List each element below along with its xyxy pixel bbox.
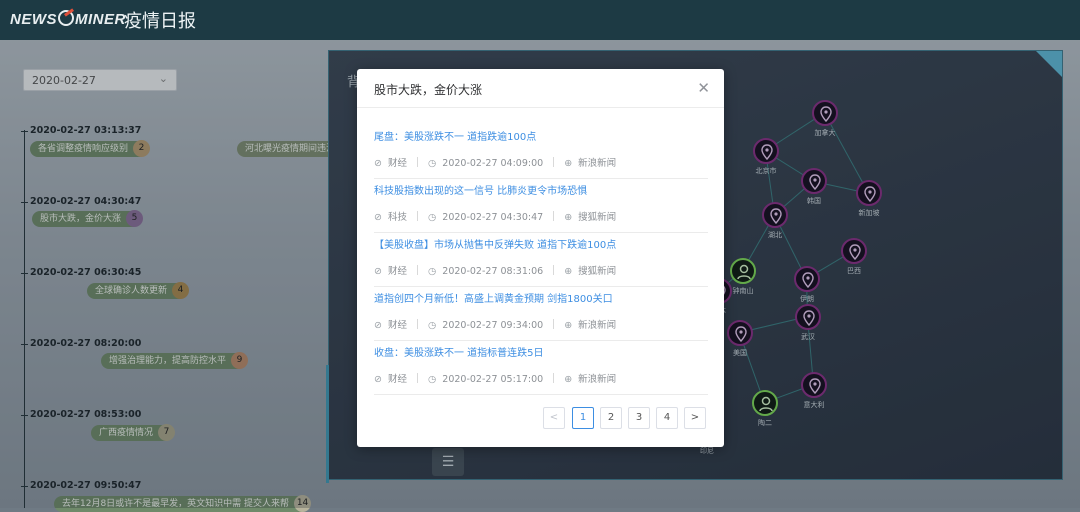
tag-icon: ⊘ bbox=[374, 374, 382, 385]
news-title-link[interactable]: 道指创四个月新低！高盛上调黄金预期 剑指1800关口 bbox=[374, 290, 613, 305]
newsminer-logo[interactable]: NEWS MINER bbox=[10, 10, 126, 28]
news-source: 新浪新闻 bbox=[578, 374, 617, 385]
news-item: 科技股指数出现的这一信号 比肺炎更令市场恐惧 ⊘ 科技 ◷ 2020-02-27 04… bbox=[374, 179, 708, 233]
news-source: 搜狐新闻 bbox=[578, 212, 617, 223]
news-meta: ⊘ 财经 ◷ 2020-02-27 05:17:00 ⊕ 新浪新闻 bbox=[374, 371, 616, 385]
logo-o-icon bbox=[58, 10, 74, 26]
news-item: 【美股收盘】市场从抛售中反弹失败 道指下跌逾100点 ⊘ 财经 ◷ 2020-02-2… bbox=[374, 233, 708, 287]
page-button-2[interactable]: 2 bbox=[600, 407, 622, 429]
tag-icon: ⊘ bbox=[374, 158, 382, 169]
page-button-4[interactable]: 4 bbox=[656, 407, 678, 429]
clock-icon: ◷ bbox=[427, 266, 437, 277]
news-category: 财经 bbox=[387, 374, 407, 385]
news-item: 道指创四个月新低！高盛上调黄金预期 剑指1800关口 ⊘ 财经 ◷ 2020-02-2… bbox=[374, 287, 708, 341]
news-title-link[interactable]: 科技股指数出现的这一信号 比肺炎更令市场恐惧 bbox=[374, 182, 587, 197]
tag-icon: ⊘ bbox=[374, 320, 382, 331]
tag-icon: ⊘ bbox=[374, 266, 382, 277]
news-time: 2020-02-27 04:09:00 bbox=[442, 158, 544, 169]
news-meta: ⊘ 科技 ◷ 2020-02-27 04:30:47 ⊕ 搜狐新闻 bbox=[374, 209, 616, 223]
news-title-link[interactable]: 尾盘：美股涨跌不一 道指跌逾100点 bbox=[374, 128, 536, 143]
clock-icon: ◷ bbox=[427, 320, 437, 331]
news-source: 新浪新闻 bbox=[578, 158, 617, 169]
news-time: 2020-02-27 05:17:00 bbox=[442, 374, 544, 385]
news-title-link[interactable]: 【美股收盘】市场从抛售中反弹失败 道指下跌逾100点 bbox=[374, 236, 616, 251]
news-category: 财经 bbox=[387, 266, 407, 277]
app-title: 疫情日报 bbox=[124, 11, 196, 32]
news-time: 2020-02-27 04:30:47 bbox=[442, 212, 544, 223]
news-time: 2020-02-27 08:31:06 bbox=[442, 266, 544, 277]
globe-icon: ⊕ bbox=[564, 212, 573, 223]
dialog-header: 股市大跌，金价大涨 ✕ bbox=[357, 69, 724, 108]
news-meta: ⊘ 财经 ◷ 2020-02-27 08:31:06 ⊕ 搜狐新闻 bbox=[374, 263, 616, 277]
news-source: 新浪新闻 bbox=[578, 320, 617, 331]
clock-icon: ◷ bbox=[427, 374, 437, 385]
news-item: 尾盘：美股涨跌不一 道指跌逾100点 ⊘ 财经 ◷ 2020-02-27 04:09:… bbox=[374, 125, 708, 179]
page-button-3[interactable]: 3 bbox=[628, 407, 650, 429]
news-item: 收盘：美股涨跌不一 道指标普连跌5日 ⊘ 财经 ◷ 2020-02-27 05:17:… bbox=[374, 341, 708, 395]
news-time: 2020-02-27 09:34:00 bbox=[442, 320, 544, 331]
globe-icon: ⊕ bbox=[564, 374, 573, 385]
globe-icon: ⊕ bbox=[564, 266, 573, 277]
prev-page-button[interactable]: < bbox=[543, 407, 565, 429]
news-category: 科技 bbox=[387, 212, 407, 223]
news-category: 财经 bbox=[387, 320, 407, 331]
dialog-title: 股市大跌，金价大涨 bbox=[374, 83, 483, 97]
news-title-link[interactable]: 收盘：美股涨跌不一 道指标普连跌5日 bbox=[374, 344, 544, 359]
clock-icon: ◷ bbox=[427, 212, 437, 223]
news-list: 尾盘：美股涨跌不一 道指跌逾100点 ⊘ 财经 ◷ 2020-02-27 04:09:… bbox=[374, 125, 708, 395]
globe-icon: ⊕ bbox=[564, 320, 573, 331]
tag-icon: ⊘ bbox=[374, 212, 382, 223]
news-meta: ⊘ 财经 ◷ 2020-02-27 09:34:00 ⊕ 新浪新闻 bbox=[374, 317, 616, 331]
news-category: 财经 bbox=[387, 158, 407, 169]
news-dialog: 股市大跌，金价大涨 ✕ 尾盘：美股涨跌不一 道指跌逾100点 ⊘ 财经 ◷ 2020-… bbox=[357, 69, 724, 447]
news-source: 搜狐新闻 bbox=[578, 266, 617, 277]
close-icon[interactable]: ✕ bbox=[697, 79, 710, 97]
page-button-1[interactable]: 1 bbox=[572, 407, 594, 429]
globe-icon: ⊕ bbox=[564, 158, 573, 169]
news-meta: ⊘ 财经 ◷ 2020-02-27 04:09:00 ⊕ 新浪新闻 bbox=[374, 155, 616, 169]
next-page-button[interactable]: > bbox=[684, 407, 706, 429]
app-header: NEWS MINER 疫情日报 bbox=[0, 0, 1080, 40]
clock-icon: ◷ bbox=[427, 158, 437, 169]
